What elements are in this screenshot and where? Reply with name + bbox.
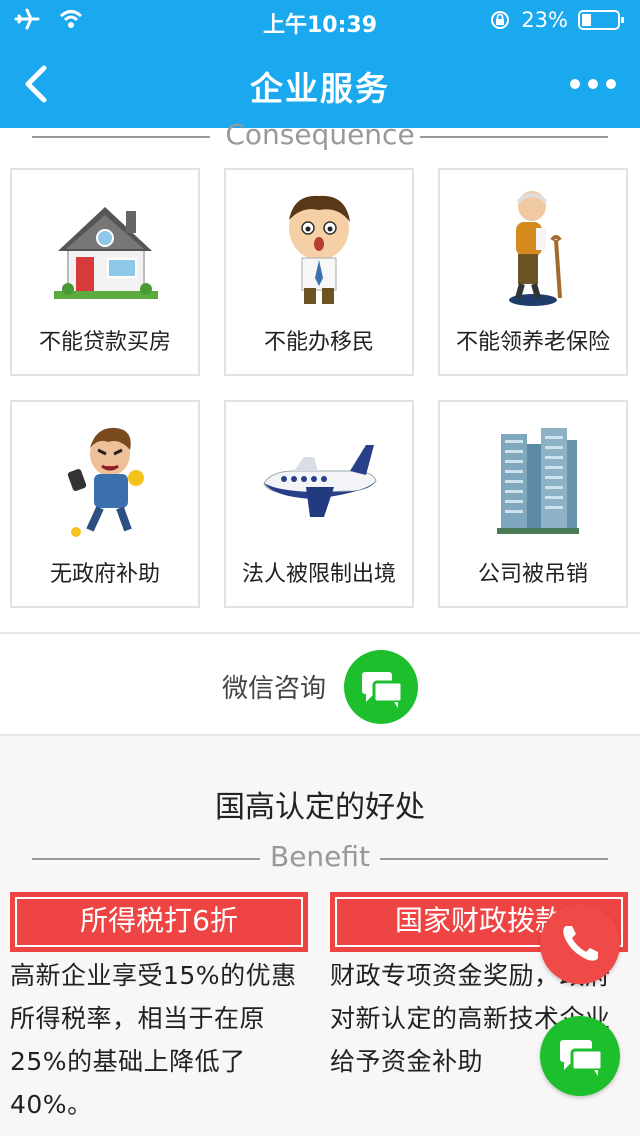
card-label: 不能办移民: [263, 330, 374, 355]
card-travel-restricted[interactable]: 法人被限制出境: [224, 400, 414, 608]
buildings-icon: [497, 428, 579, 534]
card-company-revoked[interactable]: 公司被吊销: [438, 400, 628, 608]
wechat-consult-button[interactable]: [344, 650, 418, 724]
wechat-consult-label: 微信咨询: [222, 674, 327, 704]
benefit-card-text: 高新企业享受15%的优惠所得税率，相当于在原25%的基础上降低了40%。: [10, 961, 297, 1119]
benefit-heading: Benefit: [32, 838, 608, 878]
chat-bubble-icon: [560, 1040, 604, 1076]
benefit-card-title: 所得税打6折: [15, 897, 303, 947]
battery-percent: 23%: [521, 8, 568, 32]
card-label: 无政府补助: [49, 562, 160, 587]
card-no-subsidy[interactable]: 无政府补助: [10, 400, 200, 608]
phone-icon: [563, 926, 598, 961]
card-label: 公司被吊销: [477, 562, 588, 587]
airplane-icon: [263, 445, 377, 517]
consequence-heading: Consequence: [32, 116, 608, 156]
status-bar: 上午10:39 23%: [0, 0, 640, 40]
consequence-heading-label: Consequence: [225, 118, 415, 151]
benefit-heading-label: Benefit: [269, 840, 371, 873]
card-label: 不能贷款买房: [38, 330, 171, 355]
page-title: 企业服务: [250, 69, 390, 108]
card-label: 不能领养老保险: [455, 330, 610, 355]
card-label: 法人被限制出境: [241, 562, 396, 587]
chat-float-button[interactable]: [540, 1016, 620, 1096]
old-man-icon: [509, 191, 562, 306]
benefit-card-head-tax: 所得税打6折: [10, 892, 308, 952]
card-no-immigration[interactable]: 不能办移民: [224, 168, 414, 376]
call-button[interactable]: [540, 904, 620, 984]
wechat-consult-bar[interactable]: 微信咨询: [0, 632, 640, 736]
battery-icon: [578, 10, 624, 30]
angry-man-icon: [67, 427, 144, 537]
card-no-loan-house[interactable]: 不能贷款买房: [10, 168, 200, 376]
more-options-icon[interactable]: [570, 74, 620, 94]
status-right: 23%: [489, 8, 626, 32]
house-icon: [54, 207, 158, 299]
worried-boy-icon: [289, 195, 350, 304]
benefit-title: 国高认定的好处: [215, 790, 425, 825]
nav-bar: 企业服务: [0, 40, 640, 128]
chat-bubble-icon: [362, 672, 404, 708]
orientation-lock-icon: [491, 11, 510, 29]
card-no-pension[interactable]: 不能领养老保险: [438, 168, 628, 376]
